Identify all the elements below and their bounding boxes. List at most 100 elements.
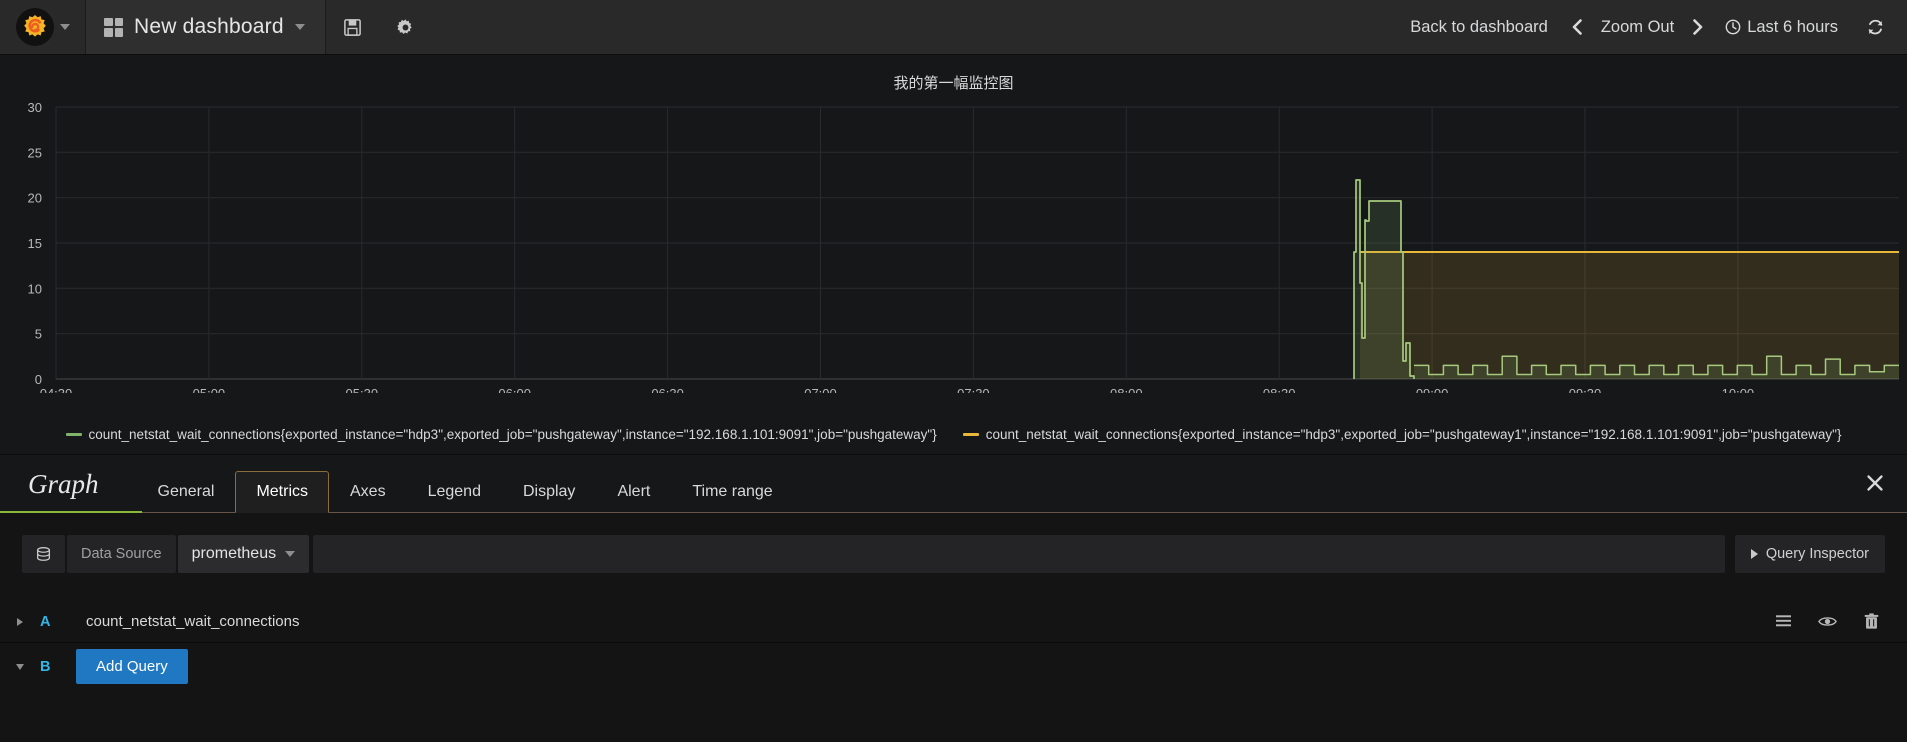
query-row-a[interactable]: A count_netstat_wait_connections: [0, 601, 1907, 643]
query-a-toggle-visibility-button[interactable]: [1805, 614, 1849, 629]
svg-text:10:00: 10:00: [1722, 386, 1755, 393]
caret-down-icon: [294, 24, 305, 30]
query-a-actions: [1761, 613, 1907, 630]
svg-text:09:00: 09:00: [1416, 386, 1449, 393]
tab-alert[interactable]: Alert: [596, 471, 671, 513]
tab-general[interactable]: General: [137, 471, 236, 513]
time-shift-back-button[interactable]: [1562, 0, 1593, 55]
legend-label: count_netstat_wait_connections{exported_…: [88, 427, 937, 442]
close-x-icon: [1867, 475, 1883, 491]
svg-text:15: 15: [28, 236, 42, 251]
series-yellow-area: [1360, 252, 1899, 379]
time-range-label: Last 6 hours: [1747, 17, 1838, 36]
graph-plot-svg: 30 25 20 15 10 5 0: [28, 100, 1899, 393]
query-list: A count_netstat_wait_connections B Add Q…: [0, 601, 1907, 691]
triangle-down-icon: [16, 664, 24, 670]
datasource-label: Data Source: [67, 535, 176, 573]
graph-panel: 我的第一幅监控图 30 25 20 15 10 5 0 count_netsta…: [0, 55, 1907, 455]
datasource-icon-button[interactable]: [22, 535, 65, 573]
legend-color-swatch: [962, 433, 979, 436]
plot-area[interactable]: 30 25 20 15 10 5 0: [0, 93, 1907, 393]
svg-text:05:30: 05:30: [346, 386, 379, 393]
list-icon: [1775, 615, 1791, 627]
x-axis-ticks: 04:30 05:00 05:30 06:00 06:30 07:00 07:3…: [40, 386, 1754, 393]
datasource-row-filler: [313, 535, 1725, 573]
clock-icon: [1725, 19, 1741, 35]
caret-down-icon: [59, 24, 70, 30]
svg-text:07:30: 07:30: [957, 386, 990, 393]
time-shift-forward-button[interactable]: [1682, 0, 1713, 55]
add-query-button[interactable]: Add Query: [76, 649, 188, 684]
add-query-wrap: Add Query: [66, 649, 188, 684]
query-b-letter[interactable]: B: [40, 659, 66, 675]
database-icon: [36, 546, 51, 561]
save-dashboard-button[interactable]: [326, 0, 379, 54]
svg-text:09:30: 09:30: [1569, 386, 1602, 393]
y-axis-ticks: 30 25 20 15 10 5 0: [28, 100, 42, 387]
datasource-select[interactable]: prometheus: [177, 535, 310, 573]
svg-text:10: 10: [28, 281, 42, 296]
dashboard-grid-icon: [104, 17, 123, 37]
navbar-left-group: New dashboard: [0, 0, 432, 54]
grafana-logo-button[interactable]: [0, 0, 86, 54]
svg-text:25: 25: [28, 145, 42, 160]
eye-icon: [1817, 617, 1837, 626]
dashboard-title-button[interactable]: New dashboard: [86, 0, 326, 54]
tab-legend[interactable]: Legend: [407, 471, 502, 513]
svg-text:5: 5: [35, 327, 42, 342]
zoom-out-button[interactable]: Zoom Out: [1593, 0, 1682, 55]
refresh-button[interactable]: [1850, 0, 1889, 55]
editor-tabbar: Graph General Metrics Axes Legend Displa…: [0, 455, 1907, 513]
tab-axes[interactable]: Axes: [329, 471, 407, 513]
gear-icon: [397, 18, 412, 34]
caret-down-icon: [285, 551, 296, 557]
tab-time-range[interactable]: Time range: [671, 471, 793, 513]
svg-text:30: 30: [28, 100, 42, 115]
svg-text:0: 0: [35, 372, 42, 387]
legend-item[interactable]: count_netstat_wait_connections{exported_…: [65, 427, 937, 442]
legend-label: count_netstat_wait_connections{exported_…: [985, 427, 1842, 442]
query-a-expression[interactable]: count_netstat_wait_connections: [66, 613, 1761, 630]
navbar-right-group: Back to dashboard Zoom Out Last 6 hours: [1396, 0, 1907, 54]
close-editor-button[interactable]: [1865, 473, 1885, 497]
query-a-expand-button[interactable]: [0, 617, 40, 626]
svg-text:08:30: 08:30: [1263, 386, 1296, 393]
datasource-value: prometheus: [191, 545, 277, 562]
panel-title: 我的第一幅监控图: [893, 75, 1014, 92]
save-floppy-icon: [343, 18, 361, 36]
graph-legend: count_netstat_wait_connections{exported_…: [0, 427, 1907, 442]
back-to-dashboard-button[interactable]: Back to dashboard: [1396, 0, 1562, 55]
panel-editor: Graph General Metrics Axes Legend Displa…: [0, 455, 1907, 742]
tab-display[interactable]: Display: [502, 471, 596, 513]
legend-item[interactable]: count_netstat_wait_connections{exported_…: [962, 427, 1842, 442]
legend-color-swatch: [65, 433, 82, 436]
query-b-collapse-button[interactable]: [0, 664, 40, 670]
trash-icon: [1864, 613, 1878, 629]
query-a-delete-button[interactable]: [1849, 613, 1893, 630]
top-navbar: New dashboard Back to dashboard Zoom Out…: [0, 0, 1907, 55]
time-range-picker-button[interactable]: Last 6 hours: [1713, 0, 1850, 55]
chevron-right-icon: [1693, 19, 1703, 35]
refresh-icon: [1868, 19, 1883, 34]
svg-text:04:30: 04:30: [40, 386, 73, 393]
query-inspector-label: Query Inspector: [1765, 546, 1869, 562]
query-row-b[interactable]: B Add Query: [0, 643, 1907, 691]
triangle-right-icon: [1750, 549, 1758, 559]
query-a-menu-button[interactable]: [1761, 614, 1805, 629]
svg-text:20: 20: [28, 191, 42, 206]
grafana-logo-icon: [15, 8, 54, 46]
svg-text:06:00: 06:00: [498, 386, 531, 393]
dashboard-settings-button[interactable]: [379, 0, 432, 54]
tab-metrics[interactable]: Metrics: [235, 471, 329, 513]
svg-text:06:30: 06:30: [651, 386, 684, 393]
triangle-right-icon: [17, 617, 23, 626]
dashboard-title: New dashboard: [134, 15, 284, 38]
panel-type-label: Graph: [28, 469, 99, 499]
query-a-letter[interactable]: A: [40, 614, 66, 630]
svg-text:05:00: 05:00: [193, 386, 226, 393]
chevron-left-icon: [1572, 19, 1582, 35]
query-inspector-button[interactable]: Query Inspector: [1734, 535, 1885, 573]
svg-text:07:00: 07:00: [804, 386, 837, 393]
navbar-spacer: [432, 0, 1397, 54]
svg-text:08:00: 08:00: [1110, 386, 1143, 393]
